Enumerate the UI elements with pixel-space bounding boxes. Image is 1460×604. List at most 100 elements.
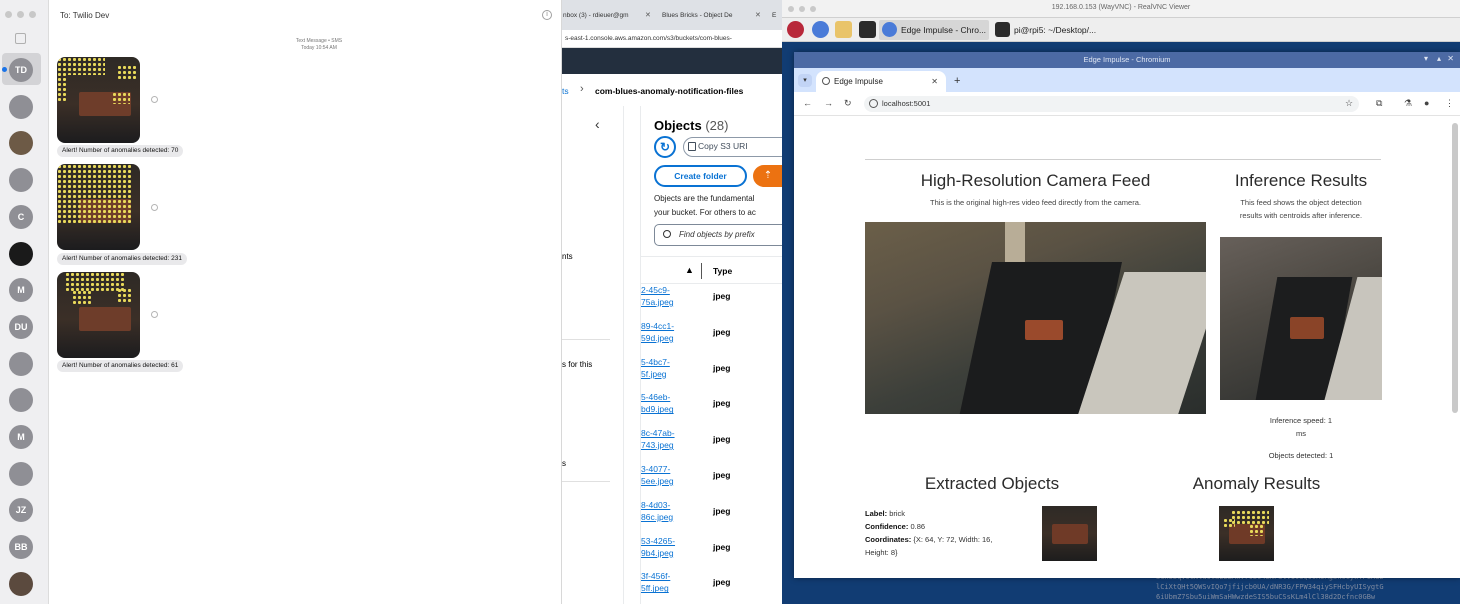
address-bar[interactable]: localhost:5001 (864, 96, 1359, 112)
anomaly-image-1[interactable] (57, 57, 140, 143)
reload-icon[interactable]: ↻ (844, 97, 852, 109)
conversation-avatar[interactable] (9, 241, 33, 266)
menu-icon[interactable]: ⋮ (1445, 97, 1454, 109)
minimize-icon[interactable]: ▾ (1424, 54, 1428, 63)
profile-icon[interactable]: ● (1424, 97, 1429, 109)
object-type: jpeg (713, 398, 731, 409)
refresh-button[interactable]: ↻ (654, 136, 676, 158)
object-name-link[interactable]: 53-4265- 9b4.jpeg (641, 535, 675, 559)
conversation-avatar[interactable] (9, 351, 33, 376)
conversation-avatar[interactable] (9, 461, 33, 486)
recipient-label: To: Twilio Dev (60, 11, 110, 20)
conversation-avatar[interactable] (9, 94, 33, 119)
close-icon[interactable]: ✕ (755, 8, 761, 24)
object-coordinates-cont: Height: 8} (865, 548, 898, 557)
description-line: your bucket. For others to ac (654, 208, 756, 217)
new-tab-icon[interactable]: + (954, 72, 960, 90)
object-name-link[interactable]: 5-4bc7- 5f.jpeg (641, 356, 670, 380)
divider (865, 159, 1381, 160)
lab-icon[interactable]: ⚗ (1404, 97, 1412, 109)
tab-inbox[interactable]: nbox (3) - rdieuer@gm (563, 8, 628, 24)
conversation-avatar[interactable]: BB (9, 535, 33, 560)
copy-s3-uri-button[interactable]: Copy S3 URI (683, 137, 782, 157)
copy-s3-uri-label: Copy S3 URI (698, 141, 748, 151)
edge-impulse-page: High-Resolution Camera Feed This is the … (794, 117, 1460, 578)
sort-ascending-icon[interactable]: ▲ (685, 265, 694, 275)
download-icon[interactable] (151, 204, 158, 211)
conversation-avatar[interactable] (9, 571, 33, 596)
object-name-line: bd9.jpeg (641, 404, 674, 415)
maximize-icon[interactable]: ▴ (1437, 54, 1441, 63)
page-scrollbar[interactable] (1452, 123, 1458, 413)
minimize-window-dot[interactable] (17, 11, 24, 18)
conversation-avatar[interactable]: C (9, 204, 33, 229)
folder-icon[interactable] (835, 21, 852, 38)
message-header: To: Twilio Dev i (49, 0, 562, 30)
object-name-line: 5-46eb- (641, 392, 671, 403)
subtitle-line: This feed shows the object detection (1240, 198, 1362, 207)
search-icon (663, 230, 671, 238)
tab-blues-bricks[interactable]: Blues Bricks - Object De (662, 8, 732, 24)
object-name-link[interactable]: 3f-456f- 5ff.jpeg (641, 570, 670, 594)
conversation-avatar[interactable] (9, 168, 33, 193)
object-name-link[interactable]: 8c-47ab- 743.jpeg (641, 427, 675, 451)
conversation-avatar[interactable] (9, 388, 33, 413)
tab-title: Edge Impulse (834, 77, 883, 86)
conversation-avatar[interactable]: M (9, 278, 33, 303)
raspberry-menu-icon[interactable] (787, 21, 804, 38)
conversation-avatar[interactable]: TD (9, 58, 33, 82)
object-name-link[interactable]: 2-45c9- 75a.jpeg (641, 284, 674, 308)
breadcrumb-buckets-link[interactable]: ts (562, 86, 569, 96)
alert-bubble-1: Alert! Number of anomalies detected: 70 (57, 145, 184, 157)
object-label: Label: brick (865, 507, 905, 520)
zoom-window-dot[interactable] (29, 11, 36, 18)
tab-other[interactable]: E (772, 8, 776, 24)
chromium-title-bar: Edge Impulse - Chromium ▾ ▴ ✕ (794, 52, 1460, 68)
find-objects-placeholder: Find objects by prefix (679, 230, 755, 239)
object-name-link[interactable]: 3-4077- 5ee.jpeg (641, 463, 674, 487)
conversation-avatar[interactable]: M (9, 425, 33, 449)
chevron-right-icon: › (580, 83, 584, 95)
close-tab-icon[interactable]: ✕ (931, 71, 938, 92)
forward-icon[interactable]: → (824, 97, 833, 109)
compose-icon[interactable] (15, 33, 26, 44)
inference-speed: Inference speed: 1 ms (1220, 414, 1382, 440)
info-icon[interactable]: i (542, 10, 552, 20)
tab-search-icon[interactable]: ▾ (798, 74, 812, 87)
address-bar[interactable]: s-east-1.console.aws.amazon.com/s3/bucke… (562, 30, 782, 48)
anomaly-image-2[interactable] (57, 164, 140, 250)
conversation-sidebar: TD C M DU M JZ BB (0, 0, 49, 604)
find-objects-input[interactable]: Find objects by prefix (654, 224, 782, 246)
tab-edge-impulse[interactable]: Edge Impulse ✕ (816, 71, 946, 92)
object-name-link[interactable]: 8-4d03- 86c.jpeg (641, 499, 673, 523)
taskbar-terminal-button[interactable]: pi@rpi5: ~/Desktop/... (992, 20, 1112, 40)
terminal-icon (995, 22, 1010, 37)
column-header-type[interactable]: Type (713, 266, 732, 276)
close-icon[interactable]: ✕ (645, 8, 651, 24)
download-icon[interactable] (151, 96, 158, 103)
site-info-icon[interactable] (869, 99, 878, 108)
inference-speed-unit: ms (1296, 429, 1306, 438)
object-name-link[interactable]: 5-46eb-bd9.jpeg (641, 391, 674, 415)
object-name-line: 5ee.jpeg (641, 476, 674, 486)
conversation-avatar[interactable]: DU (9, 314, 33, 339)
taskbar-chromium-button[interactable]: Edge Impulse - Chro... (879, 20, 989, 40)
extensions-icon[interactable]: ⧉ (1376, 97, 1382, 109)
close-window-dot[interactable] (5, 11, 12, 18)
chromium-window: Edge Impulse - Chromium ▾ ▴ ✕ ▾ Edge Imp… (794, 52, 1460, 578)
terminal-icon[interactable] (859, 21, 876, 38)
anomaly-image-3[interactable] (57, 272, 140, 358)
browser-icon[interactable] (812, 21, 829, 38)
conversation-avatar[interactable]: JZ (9, 498, 33, 523)
conversation-avatar[interactable] (9, 131, 33, 156)
create-folder-button[interactable]: Create folder (654, 165, 747, 187)
object-name-link[interactable]: 89-4cc1- 59d.jpeg (641, 320, 674, 344)
upload-button[interactable]: ⇡ (753, 165, 782, 187)
left-panel-text: s for this (562, 360, 593, 369)
close-icon[interactable]: ✕ (1447, 54, 1454, 63)
bookmark-star-icon[interactable]: ☆ (1345, 97, 1353, 109)
chevron-left-icon[interactable]: ‹ (595, 116, 600, 132)
download-icon[interactable] (151, 311, 158, 318)
camera-feed-title: High-Resolution Camera Feed (920, 171, 1151, 190)
back-icon[interactable]: ← (803, 97, 812, 109)
